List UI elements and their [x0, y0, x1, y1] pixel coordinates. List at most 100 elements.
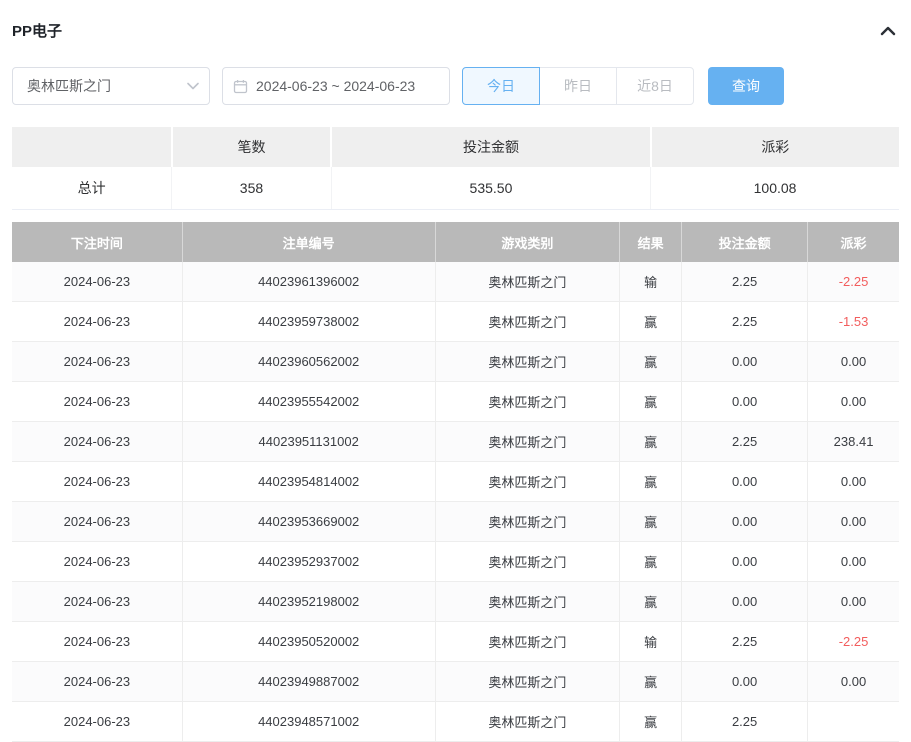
cell-game: 奥林匹斯之门: [435, 422, 619, 462]
cell-time: 2024-06-23: [12, 502, 182, 542]
cell-game: 奥林匹斯之门: [435, 342, 619, 382]
quick-button-3[interactable]: 近8日: [616, 67, 694, 105]
cell-order_id: 44023950520002: [182, 622, 435, 662]
table-row: 2024-06-2344023950520002奥林匹斯之门输2.25-2.25: [12, 622, 899, 662]
cell-result: 赢: [620, 382, 682, 422]
records-header-row: 下注时间注单编号游戏类别结果投注金额派彩: [12, 222, 899, 262]
game-select[interactable]: 奥林匹斯之门: [12, 67, 210, 105]
table-row: 2024-06-2344023949887002奥林匹斯之门赢0.000.00: [12, 662, 899, 702]
cell-game: 奥林匹斯之门: [435, 302, 619, 342]
cell-game: 奥林匹斯之门: [435, 622, 619, 662]
cell-bet: 0.00: [682, 382, 808, 422]
filter-row: 奥林匹斯之门 2024-06-23 ~ 2024-06-23 今日昨日近8日 查…: [12, 67, 899, 105]
panel-title: PP电子: [12, 20, 62, 41]
table-row: 2024-06-2344023959738002奥林匹斯之门赢2.25-1.53: [12, 302, 899, 342]
cell-payout: -2.25: [808, 622, 899, 662]
records-table: 下注时间注单编号游戏类别结果投注金额派彩 2024-06-23440239613…: [12, 222, 899, 742]
cell-order_id: 44023955542002: [182, 382, 435, 422]
cell-time: 2024-06-23: [12, 622, 182, 662]
cell-bet: 0.00: [682, 502, 808, 542]
calendar-icon: [233, 79, 248, 94]
cell-game: 奥林匹斯之门: [435, 262, 619, 302]
date-range-value: 2024-06-23 ~ 2024-06-23: [256, 78, 415, 94]
cell-time: 2024-06-23: [12, 302, 182, 342]
cell-bet: 2.25: [682, 302, 808, 342]
column-header: 结果: [620, 222, 682, 262]
cell-game: 奥林匹斯之门: [435, 462, 619, 502]
cell-payout: 0.00: [808, 462, 899, 502]
table-row: 2024-06-2344023952198002奥林匹斯之门赢0.000.00: [12, 582, 899, 622]
column-header: 注单编号: [182, 222, 435, 262]
quick-button-2[interactable]: 昨日: [539, 67, 617, 105]
date-range-input[interactable]: 2024-06-23 ~ 2024-06-23: [222, 67, 450, 105]
summary-header-row: 笔数投注金额派彩: [12, 127, 899, 167]
table-row: 2024-06-2344023953669002奥林匹斯之门赢0.000.00: [12, 502, 899, 542]
cell-bet: 0.00: [682, 542, 808, 582]
cell-payout: -2.25: [808, 262, 899, 302]
cell-payout: 0.00: [808, 342, 899, 382]
cell-payout: 238.41: [808, 422, 899, 462]
cell-time: 2024-06-23: [12, 662, 182, 702]
summary-table: 笔数投注金额派彩 总计 358 535.50 100.08: [12, 127, 899, 210]
cell-bet: 0.00: [682, 462, 808, 502]
column-header: 游戏类别: [435, 222, 619, 262]
quick-date-button-group: 今日昨日近8日: [462, 67, 694, 105]
quick-button-1[interactable]: 今日: [462, 67, 540, 105]
table-row: 2024-06-2344023951131002奥林匹斯之门赢2.25238.4…: [12, 422, 899, 462]
cell-game: 奥林匹斯之门: [435, 502, 619, 542]
cell-time: 2024-06-23: [12, 422, 182, 462]
cell-bet: 0.00: [682, 662, 808, 702]
cell-game: 奥林匹斯之门: [435, 382, 619, 422]
summary-bet-amount: 535.50: [331, 167, 650, 210]
cell-order_id: 44023951131002: [182, 422, 435, 462]
cell-bet: 0.00: [682, 582, 808, 622]
chevron-up-icon: [879, 24, 897, 38]
column-header: 下注时间: [12, 222, 182, 262]
cell-result: 赢: [620, 302, 682, 342]
cell-game: 奥林匹斯之门: [435, 702, 619, 742]
cell-payout: 0.00: [808, 382, 899, 422]
cell-order_id: 44023952198002: [182, 582, 435, 622]
summary-total-row: 总计 358 535.50 100.08: [12, 167, 899, 210]
cell-result: 赢: [620, 582, 682, 622]
cell-result: 输: [620, 262, 682, 302]
column-header: 派彩: [808, 222, 899, 262]
column-header: 投注金额: [682, 222, 808, 262]
search-button[interactable]: 查询: [708, 67, 784, 105]
summary-header-cell: 笔数: [172, 127, 332, 167]
cell-order_id: 44023960562002: [182, 342, 435, 382]
cell-bet: 2.25: [682, 422, 808, 462]
table-row: 2024-06-2344023952937002奥林匹斯之门赢0.000.00: [12, 542, 899, 582]
pp-electronic-panel: PP电子 奥林匹斯之门 2024-06-23 ~ 2024-06-: [0, 0, 911, 742]
summary-count: 358: [172, 167, 332, 210]
cell-order_id: 44023948571002: [182, 702, 435, 742]
cell-payout: -1.53: [808, 302, 899, 342]
collapse-panel-button[interactable]: [877, 22, 899, 40]
cell-payout: [808, 702, 899, 742]
table-row: 2024-06-2344023960562002奥林匹斯之门赢0.000.00: [12, 342, 899, 382]
cell-bet: 2.25: [682, 262, 808, 302]
cell-bet: 2.25: [682, 702, 808, 742]
summary-payout: 100.08: [651, 167, 899, 210]
cell-result: 赢: [620, 462, 682, 502]
cell-order_id: 44023961396002: [182, 262, 435, 302]
cell-time: 2024-06-23: [12, 702, 182, 742]
cell-payout: 0.00: [808, 662, 899, 702]
table-row: 2024-06-2344023954814002奥林匹斯之门赢0.000.00: [12, 462, 899, 502]
cell-order_id: 44023953669002: [182, 502, 435, 542]
summary-header-cell: 投注金额: [331, 127, 650, 167]
cell-time: 2024-06-23: [12, 462, 182, 502]
cell-game: 奥林匹斯之门: [435, 662, 619, 702]
cell-time: 2024-06-23: [12, 382, 182, 422]
cell-order_id: 44023952937002: [182, 542, 435, 582]
summary-header-cell: 派彩: [651, 127, 899, 167]
cell-game: 奥林匹斯之门: [435, 582, 619, 622]
cell-bet: 2.25: [682, 622, 808, 662]
cell-game: 奥林匹斯之门: [435, 542, 619, 582]
game-select-value: 奥林匹斯之门: [27, 76, 111, 96]
cell-time: 2024-06-23: [12, 342, 182, 382]
table-row: 2024-06-2344023955542002奥林匹斯之门赢0.000.00: [12, 382, 899, 422]
table-row: 2024-06-2344023961396002奥林匹斯之门输2.25-2.25: [12, 262, 899, 302]
summary-header-cell: [12, 127, 172, 167]
cell-result: 输: [620, 622, 682, 662]
